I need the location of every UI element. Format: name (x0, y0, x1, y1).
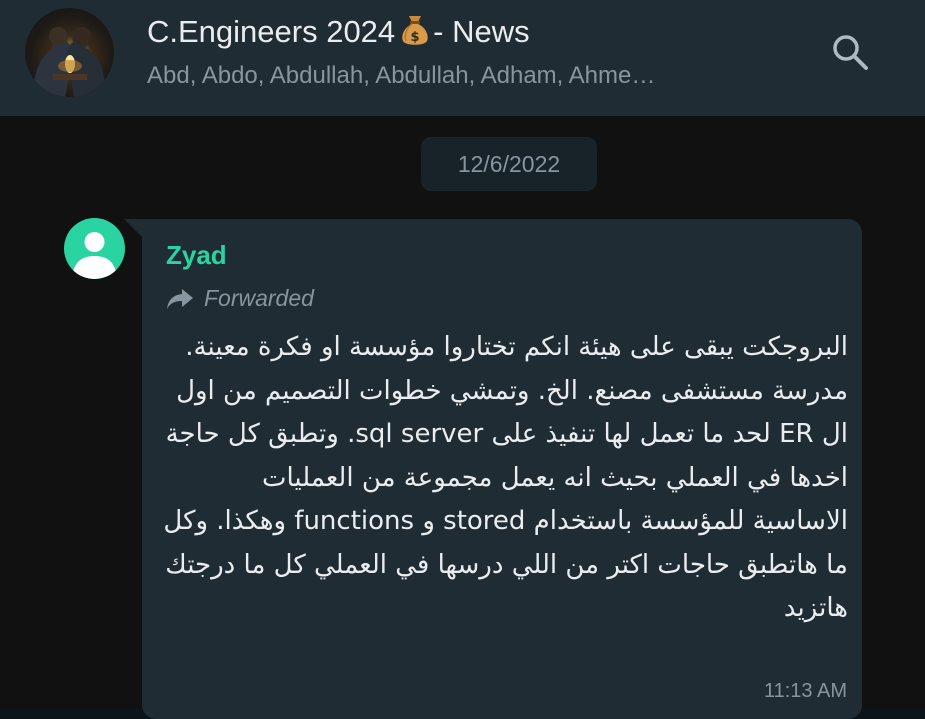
search-icon[interactable] (828, 30, 872, 74)
chat-header[interactable]: C.Engineers 2024 $ - News Abd, Abdo, Abd… (0, 0, 925, 116)
default-user-icon (72, 232, 117, 279)
chat-title-prefix: C.Engineers 2024 (147, 14, 396, 49)
group-members-list[interactable]: Abd, Abdo, Abdullah, Abdullah, Adham, Ah… (147, 62, 655, 90)
message-timestamp: 11:13 AM (763, 680, 847, 702)
group-avatar[interactable] (25, 8, 114, 97)
group-avatar-image (33, 27, 106, 97)
forwarded-indicator: Forwarded (166, 285, 314, 312)
forwarded-label: Forwarded (204, 285, 314, 311)
chat-title[interactable]: C.Engineers 2024 $ - News (147, 12, 530, 52)
forward-arrow-icon (167, 288, 193, 309)
svg-text:$: $ (411, 30, 420, 45)
chat-title-suffix: - News (433, 14, 530, 49)
money-bag-icon: $ (399, 13, 431, 47)
date-chip: 12/6/2022 (421, 137, 597, 191)
message-sender-name[interactable]: Zyad (166, 240, 227, 271)
message-text: البروجكت يبقى على هيئة انكم تختاروا مؤسس… (163, 332, 848, 623)
sender-avatar[interactable] (64, 218, 125, 279)
bubble-tail (124, 219, 142, 237)
